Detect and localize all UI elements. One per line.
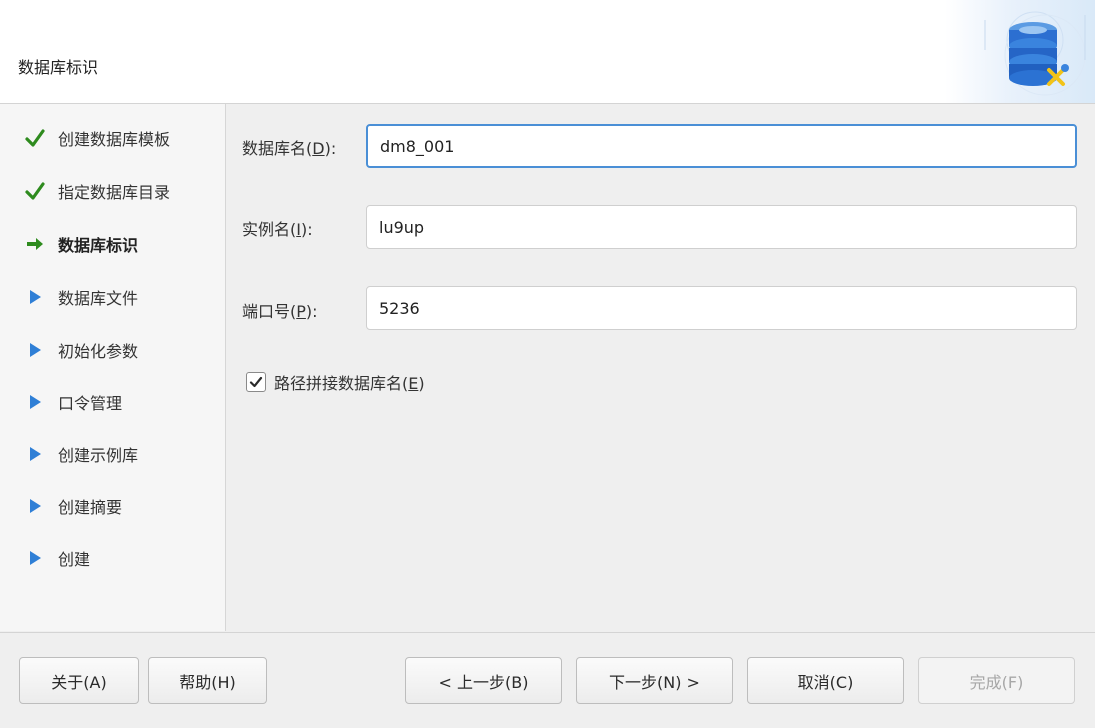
cancel-button[interactable]: 取消(C) [747,657,904,704]
triangle-right-icon [24,443,46,465]
port-input[interactable] [366,286,1077,330]
checkbox-checked-icon[interactable] [246,372,266,392]
check-icon [24,180,46,202]
finish-button[interactable]: 完成(F) [918,657,1075,704]
triangle-right-icon [24,391,46,413]
step-item-db-directory: 指定数据库目录 [24,179,170,203]
step-item-sample-db: 创建示例库 [24,442,138,466]
triangle-right-icon [24,495,46,517]
wizard-steps-sidebar: 创建数据库模板 指定数据库目录 数据库标识 数据库文件 初始化参数 口令管理 创… [0,104,226,631]
wizard-header: 数据库标识 [0,0,1095,104]
db-name-label: 数据库名(D): [242,139,337,158]
step-item-create: 创建 [24,546,90,570]
wizard-footer: 关于(A) 帮助(H) < 上一步(B) 下一步(N) > 取消(C) 完成(F… [0,632,1095,728]
step-label: 创建摘要 [58,498,123,517]
check-icon [24,127,46,149]
append-db-name-label: 路径拼接数据库名(E) [274,374,425,393]
step-item-init-params: 初始化参数 [24,338,138,362]
page-title: 数据库标识 [18,58,99,77]
step-label: 数据库文件 [58,289,139,308]
port-label: 端口号(P): [242,302,318,321]
step-label: 指定数据库目录 [58,183,171,202]
help-button[interactable]: 帮助(H) [148,657,267,704]
step-label: 创建数据库模板 [58,130,171,149]
step-label: 初始化参数 [58,342,139,361]
step-item-db-identity: 数据库标识 [24,232,138,256]
step-item-db-files: 数据库文件 [24,285,138,309]
about-button[interactable]: 关于(A) [19,657,139,704]
step-label: 创建 [58,550,91,569]
step-label: 口令管理 [58,394,123,413]
next-button[interactable]: 下一步(N) > [576,657,733,704]
triangle-right-icon [24,547,46,569]
header-banner [945,0,1095,103]
instance-name-label: 实例名(I): [242,220,313,239]
triangle-right-icon [24,286,46,308]
form-panel: 数据库名(D): 实例名(I): 端口号(P): 路径拼接数据库名(E) [226,104,1095,631]
step-item-password: 口令管理 [24,390,122,414]
step-item-summary: 创建摘要 [24,494,122,518]
arrow-right-icon [24,233,46,255]
append-db-name-checkbox[interactable]: 路径拼接数据库名(E) [246,370,425,394]
instance-name-input[interactable] [366,205,1077,249]
step-label: 创建示例库 [58,446,139,465]
step-item-create-template: 创建数据库模板 [24,126,170,150]
step-label: 数据库标识 [58,236,139,255]
back-button[interactable]: < 上一步(B) [405,657,562,704]
triangle-right-icon [24,339,46,361]
db-name-input[interactable] [366,124,1077,168]
database-tools-icon [984,11,1086,96]
